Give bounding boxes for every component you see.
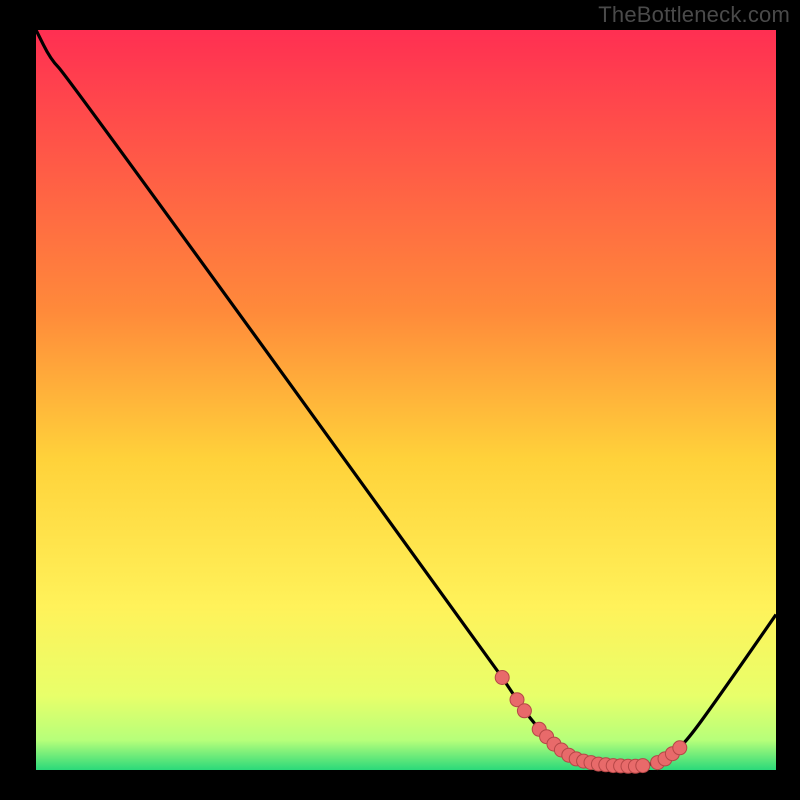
attribution-label: TheBottleneck.com — [598, 2, 790, 28]
bottleneck-chart — [0, 0, 800, 800]
marker-dot — [495, 671, 509, 685]
chart-frame: TheBottleneck.com — [0, 0, 800, 800]
marker-dot — [517, 704, 531, 718]
marker-dot — [636, 759, 650, 773]
plot-area — [36, 30, 776, 770]
marker-dot — [673, 741, 687, 755]
